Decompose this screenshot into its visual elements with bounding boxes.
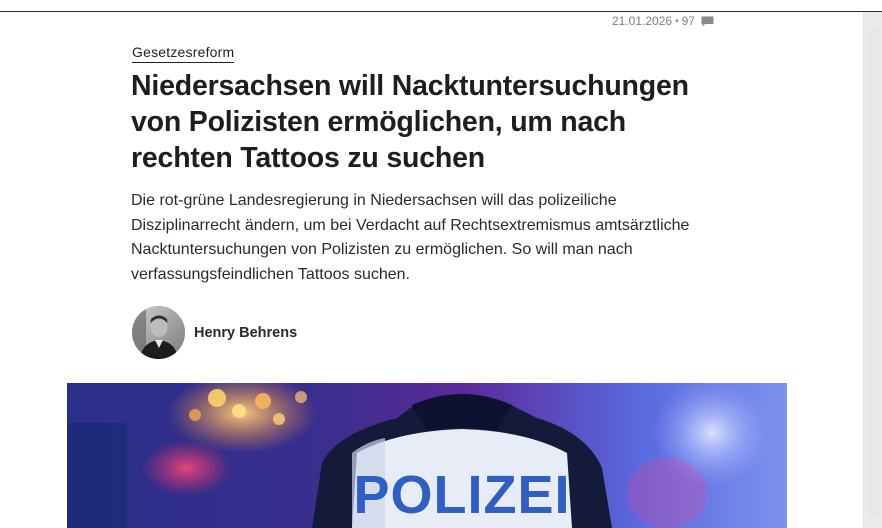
article-page: 21.01.2026 • 97 Gesetzesreform Niedersac… [0,0,882,528]
page-scrollbar[interactable] [863,12,882,528]
headline-line: von Polizisten ermöglichen, um nach [131,106,627,138]
article-lede: Die rot-grüne Landesregierung in Nieders… [131,189,741,287]
comment-count[interactable]: 97 [682,14,695,28]
top-divider [0,11,882,12]
lede-line: verfassungsfeindlichen Tattoos suchen. [131,265,410,283]
publish-date: 21.01.2026 [612,14,673,28]
author-name-link[interactable]: Henry Behrens [194,325,297,341]
hero-image: POLIZEI [67,383,787,528]
article-headline: Niedersachsen will Nacktuntersuchungen v… [131,68,751,176]
article-meta: 21.01.2026 • 97 [612,14,714,28]
lede-line: Nacktuntersuchungen von Polizisten zu er… [131,241,633,258]
vest-lettering: POLIZEI [353,465,570,525]
lede-line: Die rot-grüne Landesregierung in Nieders… [131,192,617,209]
comment-icon[interactable] [701,16,714,27]
author-avatar[interactable] [132,306,185,359]
category-kicker-link[interactable]: Gesetzesreform [132,44,235,63]
meta-separator: • [675,15,679,27]
author-byline[interactable]: Henry Behrens [132,306,297,359]
scrollbar-thumb[interactable] [869,28,879,518]
lede-line: Disziplinarrecht ändern, um bei Verdacht… [131,216,690,234]
headline-line: Niedersachsen will Nacktuntersuchungen [131,70,689,102]
headline-line: rechten Tattoos zu suchen [131,142,485,174]
